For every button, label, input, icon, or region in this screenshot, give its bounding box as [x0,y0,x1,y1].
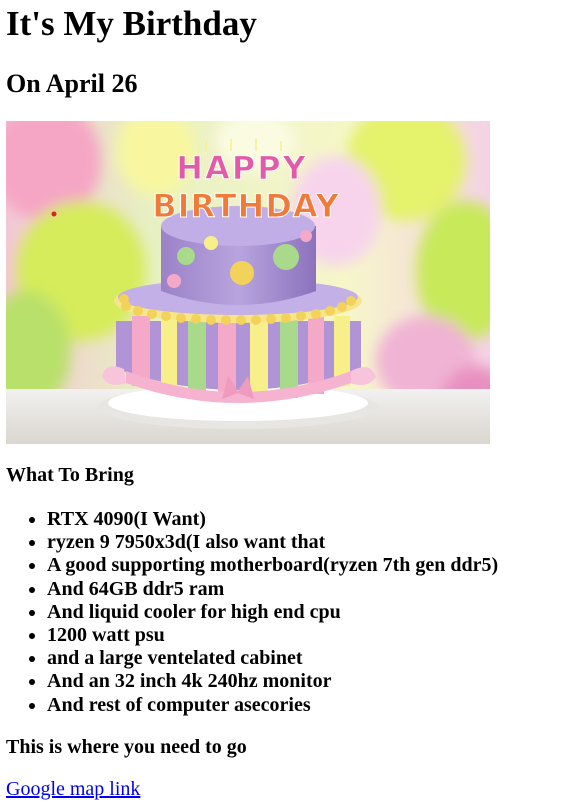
list-item: And 64GB ddr5 ram [47,578,498,601]
page-title: It's My Birthday [6,4,257,43]
location-heading: This is where you need to go [6,736,247,758]
what-to-bring-heading: What To Bring [6,464,134,486]
birthday-cake-image: HAPPY BIRTHDAY [6,121,490,444]
bring-list: RTX 4090(I Want) ryzen 9 7950x3d(I also … [6,508,498,717]
cake-topper-happy: HAPPY [176,149,308,187]
google-map-link[interactable]: Google map link [6,777,140,801]
page-subtitle: On April 26 [6,69,138,98]
list-item: ryzen 9 7950x3d(I also want that [47,531,498,554]
list-item: A good supporting motherboard(ryzen 7th … [47,554,498,577]
list-item: RTX 4090(I Want) [47,508,498,531]
list-item: And liquid cooler for high end cpu [47,601,498,624]
list-item: And rest of computer asecories [47,694,498,717]
list-item: 1200 watt psu [47,624,498,647]
cake-topper-birthday: BIRTHDAY [152,187,340,225]
list-item: and a large ventelated cabinet [47,647,498,670]
list-item: And an 32 inch 4k 240hz monitor [47,670,498,693]
